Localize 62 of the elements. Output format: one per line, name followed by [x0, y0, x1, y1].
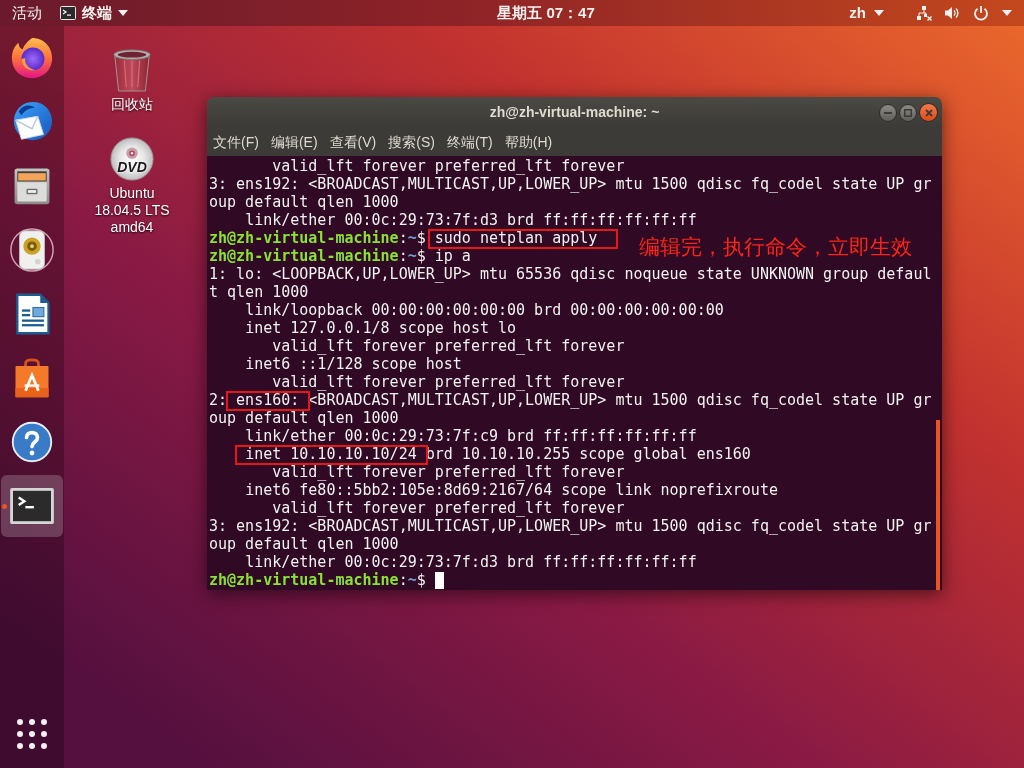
disc-logo-text: DVD — [116, 160, 148, 174]
terminal-output-line: valid_lft forever preferred_lft forever — [272, 373, 625, 391]
terminal-output-line: oup default qlen 1000 — [209, 409, 399, 427]
menu-item[interactable]: 查看(V) — [323, 128, 383, 156]
power-icon[interactable] — [973, 5, 989, 21]
terminal-output-line: link/loopback 00:00:00:00:00:00 brd 00:00:00:00:00:00 — [245, 301, 724, 319]
command-text: ip a — [434, 247, 471, 265]
terminal-icon — [60, 6, 76, 20]
terminal-output-line: valid_lft forever preferred_lft forever — [272, 463, 625, 481]
command-text: sudo netplan apply — [434, 229, 598, 247]
close-button[interactable] — [919, 103, 938, 122]
terminal-output-line: t qlen 1000 — [209, 283, 309, 301]
terminal-output-line: 3: ens192: <BROADCAST,MULTICAST,UP,LOWER_UP> mtu 1500 qdisc fq_codel state UP gr — [209, 175, 932, 193]
desktop-icon-label[interactable]: Ubuntu 18.04.5 LTS amd64 — [92, 185, 172, 236]
menu-item[interactable]: 文件(F) — [207, 128, 265, 156]
app-grid-icon — [17, 719, 47, 749]
shell-prompt: zh@zh-virtual-machine:~$ — [209, 229, 426, 247]
terminal-output-line: link/ether 00:0c:29:73:7f:d3 brd ff:ff:ff:ff:ff:ff — [245, 553, 697, 571]
shell-prompt: zh@zh-virtual-machine:~$ — [209, 571, 426, 589]
dock-item[interactable] — [1, 475, 63, 537]
flame-globe-icon — [9, 35, 55, 81]
help-icon — [10, 420, 54, 464]
minimize-button[interactable] — [879, 103, 897, 122]
terminal-output-line: 1: lo: <LOOPBACK,UP,LOWER_UP> mtu 65536 qdisc noqueue state UNKNOWN group defaul — [209, 265, 932, 283]
shell-prompt: zh@zh-virtual-machine:~$ — [209, 247, 426, 265]
terminal-output-line: inet6 ::1/128 scope host — [245, 355, 462, 373]
close-icon — [924, 108, 933, 117]
terminal-output-line: oup default qlen 1000 — [209, 535, 399, 553]
minimize-icon — [884, 111, 892, 114]
menu-item[interactable]: 编辑(E) — [264, 128, 324, 156]
input-method-button[interactable]: zh — [843, 0, 890, 26]
terminal-output-line: inet 127.0.0.1/8 scope host lo — [245, 319, 517, 337]
caret-icon[interactable] — [874, 10, 884, 16]
trash-can-icon[interactable] — [111, 47, 153, 93]
terminal-output-line: 2: ens160: <BROADCAST,MULTICAST,UP,LOWER_UP> mtu 1500 qdisc fq_codel state UP gr — [209, 391, 932, 409]
menu-item[interactable]: 搜索(S) — [382, 128, 441, 156]
volume-icon[interactable] — [944, 5, 960, 21]
disc-icon[interactable] — [109, 136, 155, 182]
menu-item[interactable]: 帮助(H) — [498, 128, 559, 156]
terminal-output-line: valid_lft forever preferred_lft forever — [272, 157, 625, 175]
caret-icon[interactable] — [1002, 10, 1012, 16]
terminal-output-line: link/ether 00:0c:29:73:7f:d3 brd ff:ff:ff:ff:ff:ff — [245, 211, 697, 229]
terminal-output-line: valid_lft forever preferred_lft forever — [272, 499, 625, 517]
terminal-output-line: oup default qlen 1000 — [209, 193, 399, 211]
activities-button[interactable]: 活动 — [0, 0, 54, 26]
caret-icon[interactable] — [118, 10, 128, 16]
clock-button[interactable]: 星期五 07：47 — [491, 0, 601, 26]
terminal-output-line: 3: ens192: <BROADCAST,MULTICAST,UP,LOWER_UP> mtu 1500 qdisc fq_codel state UP gr — [209, 517, 932, 535]
window-title: zh@zh-virtual-machine: ~ — [489, 103, 660, 122]
maximize-icon — [904, 108, 912, 117]
terminal-output-line: link/ether 00:0c:29:73:7f:c9 brd ff:ff:ff:ff:ff:ff — [245, 427, 697, 445]
scrollbar-thumb[interactable] — [936, 420, 940, 590]
annotation-note: 编辑完，执行命令，立即生效 — [639, 235, 913, 259]
menu-item[interactable]: 终端(T) — [440, 128, 499, 156]
speaker-icon — [9, 227, 55, 273]
terminal-icon — [9, 487, 55, 525]
network-icon[interactable] — [916, 5, 932, 21]
maximize-button[interactable] — [899, 103, 917, 122]
terminal-output-line: inet6 fe80::5bb2:105e:8d69:2167/64 scope link noprefixroute — [245, 481, 778, 499]
desktop-icon-label[interactable]: 回收站 — [111, 96, 153, 113]
terminal-output-line: valid_lft forever preferred_lft forever — [272, 337, 625, 355]
app-menu-button[interactable]: 终端 — [54, 0, 134, 26]
